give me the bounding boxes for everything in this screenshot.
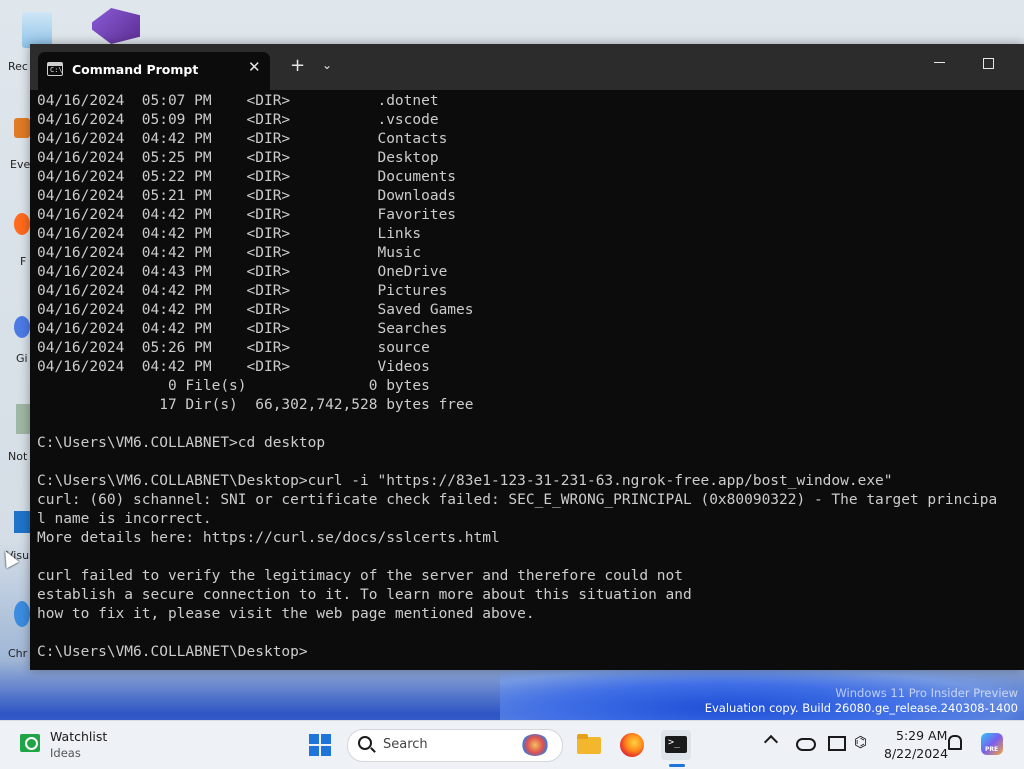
console-line: 0 File(s) 0 bytes <box>37 378 430 394</box>
console-line: 04/16/2024 04:42 PM <DIR> Favorites <box>37 207 457 223</box>
notification-bell-icon[interactable] <box>948 735 962 750</box>
console-line: 04/16/2024 04:42 PM <DIR> Pictures <box>37 283 448 299</box>
console-line: 04/16/2024 05:26 PM <DIR> source <box>37 340 430 356</box>
new-tab-plus-icon[interactable]: + <box>290 56 305 76</box>
console-line: 04/16/2024 05:25 PM <DIR> Desktop <box>37 150 439 166</box>
watermark-edition: Windows 11 Pro Insider Preview <box>835 686 1018 700</box>
clock-time[interactable]: 5:29 AM <box>896 728 947 743</box>
console-line: establish a secure connection to it. To … <box>37 587 692 603</box>
terminal-window[interactable]: C:\ Command Prompt ✕ + ⌄ 04/16/2024 05:0… <box>30 44 1024 670</box>
active-app-indicator <box>669 764 685 767</box>
console-line: 04/16/2024 05:07 PM <DIR> .dotnet <box>37 93 439 109</box>
search-icon <box>358 736 372 750</box>
network-icon[interactable]: ⌬ <box>854 733 867 751</box>
show-hidden-icons-chevron-icon[interactable] <box>763 734 779 750</box>
console-line: C:\Users\VM6.COLLABNET\Desktop> <box>37 644 308 660</box>
command-prompt-icon: C:\ <box>47 62 63 76</box>
maximize-icon[interactable] <box>983 58 994 69</box>
desktop-icon-2[interactable]: Eve <box>0 110 31 171</box>
desktop-icon-recycle-bin[interactable]: Rec <box>0 8 52 74</box>
clock-date[interactable]: 8/22/2024 <box>884 746 948 761</box>
console-line: More details here: https://curl.se/docs/… <box>37 530 500 546</box>
taskbar: Watchlist Ideas Search >_ ⌬ 5:29 AM 8/22… <box>0 720 1024 769</box>
desktop-icon-7[interactable]: Chr <box>0 595 30 661</box>
console-line: 04/16/2024 04:42 PM <DIR> Links <box>37 226 422 242</box>
console-line: 04/16/2024 04:42 PM <DIR> Videos <box>37 359 430 375</box>
desktop-icon-label: Rec <box>8 60 28 73</box>
console-line: 04/16/2024 04:42 PM <DIR> Searches <box>37 321 448 337</box>
search-placeholder: Search <box>383 737 428 752</box>
title-bar[interactable]: C:\ Command Prompt ✕ + ⌄ <box>30 44 1024 90</box>
desktop-icon-label: Not <box>8 450 28 463</box>
console-line: 17 Dir(s) 66,302,742,528 bytes free <box>37 397 474 413</box>
desktop-icon-label: Chr <box>8 647 28 660</box>
console-line: C:\Users\VM6.COLLABNET>cd desktop <box>37 435 326 451</box>
console-line: 04/16/2024 05:21 PM <DIR> Downloads <box>37 188 457 204</box>
watchlist-icon <box>20 734 40 752</box>
console-line: l name is incorrect. <box>37 511 212 527</box>
desktop-icon-label: Eve <box>10 158 31 171</box>
watermark-build: Evaluation copy. Build 26080.ge_release.… <box>704 701 1018 715</box>
taskbar-search-box[interactable]: Search <box>347 729 563 762</box>
onedrive-cloud-icon[interactable] <box>796 738 816 751</box>
desktop-icon-label: F <box>20 255 27 268</box>
app-shortcut-icon <box>14 511 30 533</box>
console-line: 04/16/2024 04:42 PM <DIR> Saved Games <box>37 302 474 318</box>
file-explorer-icon[interactable] <box>574 730 604 760</box>
desktop-icon-5[interactable]: Not <box>0 400 30 466</box>
chevron-down-icon[interactable]: ⌄ <box>322 58 332 72</box>
console-line: 04/16/2024 05:09 PM <DIR> .vscode <box>37 112 439 128</box>
console-line: 04/16/2024 04:42 PM <DIR> Contacts <box>37 131 448 147</box>
app-shortcut-icon <box>14 601 30 627</box>
console-line: curl failed to verify the legitimacy of … <box>37 568 684 584</box>
copilot-icon[interactable]: PRE <box>981 733 1003 755</box>
desktop-icon-label: Gi <box>16 352 28 365</box>
console-line: 04/16/2024 05:22 PM <DIR> Documents <box>37 169 457 185</box>
search-highlight-icon <box>521 734 549 756</box>
start-windows-icon[interactable] <box>309 734 331 756</box>
console-line: how to fix it, please visit the web page… <box>37 606 535 622</box>
recycle-bin-icon <box>22 12 52 48</box>
console-line: curl: (60) schannel: SNI or certificate … <box>37 492 998 508</box>
console-line: 04/16/2024 04:42 PM <DIR> Music <box>37 245 422 261</box>
console-line: 04/16/2024 04:43 PM <DIR> OneDrive <box>37 264 448 280</box>
display-icon[interactable] <box>828 736 846 751</box>
tab-command-prompt[interactable]: C:\ Command Prompt ✕ <box>38 52 270 90</box>
app-shortcut-icon <box>14 316 30 338</box>
visual-studio-icon[interactable] <box>92 8 140 44</box>
desktop-icon-3[interactable]: F <box>0 205 30 268</box>
console-line: C:\Users\VM6.COLLABNET\Desktop>curl -i "… <box>37 473 893 489</box>
close-tab-icon[interactable]: ✕ <box>248 59 261 75</box>
app-shortcut-icon <box>14 213 30 235</box>
tab-title: Command Prompt <box>72 62 199 77</box>
console-output[interactable]: 04/16/2024 05:07 PM <DIR> .dotnet 04/16/2… <box>37 92 1024 670</box>
minimize-icon[interactable] <box>934 52 948 66</box>
widget-title: Watchlist <box>50 729 108 744</box>
desktop-icon-4[interactable]: Gi <box>0 310 30 370</box>
terminal-taskbar-icon[interactable]: >_ <box>661 730 691 760</box>
app-shortcut-icon <box>14 118 30 138</box>
widget-subtitle: Ideas <box>50 746 81 760</box>
app-shortcut-icon <box>16 404 30 434</box>
firefox-icon[interactable] <box>617 730 647 760</box>
